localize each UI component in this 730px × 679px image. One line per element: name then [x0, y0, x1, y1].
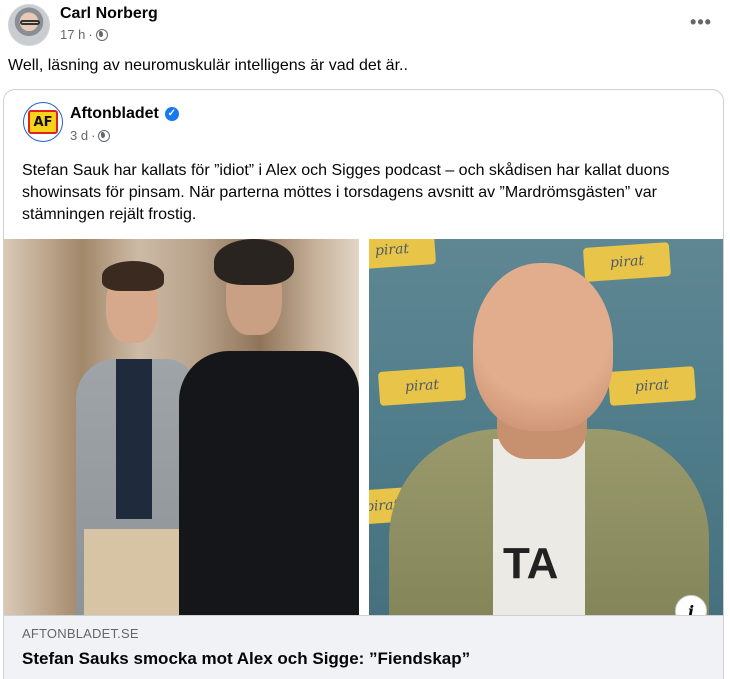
- pirat-banner: pirat: [582, 242, 672, 282]
- pirat-banner: pirat: [607, 366, 697, 406]
- more-options-button[interactable]: •••: [686, 10, 716, 34]
- shared-globe-icon[interactable]: [98, 130, 111, 142]
- post-meta: 17 h ·: [60, 27, 108, 43]
- post-time[interactable]: 17 h: [60, 27, 85, 43]
- man-right-hair: [214, 239, 294, 285]
- pirat-banner: pirat: [377, 366, 467, 406]
- post-header: Carl Norberg 17 h · •••: [8, 4, 730, 48]
- link-domain: AFTONBLADET.SE: [22, 626, 139, 641]
- link-headline[interactable]: Stefan Sauks smocka mot Alex och Sigge: …: [22, 648, 470, 670]
- author-avatar[interactable]: [8, 4, 50, 46]
- post-text: Well, läsning av neuromuskulär intellige…: [8, 57, 408, 74]
- page-avatar[interactable]: AF: [23, 102, 63, 142]
- shared-post-meta: 3 d ·: [70, 128, 111, 144]
- shared-post-text: Stefan Sauk har kallats för ”idiot” i Al…: [22, 162, 670, 223]
- meta-separator: ·: [88, 27, 93, 42]
- shared-post-time[interactable]: 3 d: [70, 128, 88, 144]
- link-image-left[interactable]: [4, 239, 359, 615]
- image-divider: [359, 239, 369, 615]
- author-name[interactable]: Carl Norberg: [60, 4, 158, 24]
- man-left-trousers: [84, 529, 189, 615]
- shared-page-name[interactable]: Aftonbladet: [70, 104, 159, 124]
- shared-meta-separator: ·: [91, 128, 96, 143]
- pirat-banner: pirat: [369, 239, 437, 270]
- shared-page-name-row: Aftonbladet ✓: [70, 104, 179, 124]
- globe-icon[interactable]: [95, 29, 108, 41]
- tshirt-print: TA: [503, 539, 559, 588]
- man-left-shirt: [116, 359, 152, 519]
- link-image-right[interactable]: pirat pirat pirat pirat pirat TA: [369, 239, 723, 615]
- aftonbladet-logo-icon: AF: [28, 110, 58, 134]
- verified-badge-icon: ✓: [164, 107, 179, 121]
- man-left-hair: [102, 261, 164, 291]
- man-right-suit: [179, 351, 359, 615]
- link-preview-footer[interactable]: AFTONBLADET.SE Stefan Sauks smocka mot A…: [4, 615, 723, 679]
- shared-post-card: AF Aftonbladet ✓ 3 d · Stefan Sauk har k…: [3, 89, 724, 679]
- man-face: [473, 263, 613, 431]
